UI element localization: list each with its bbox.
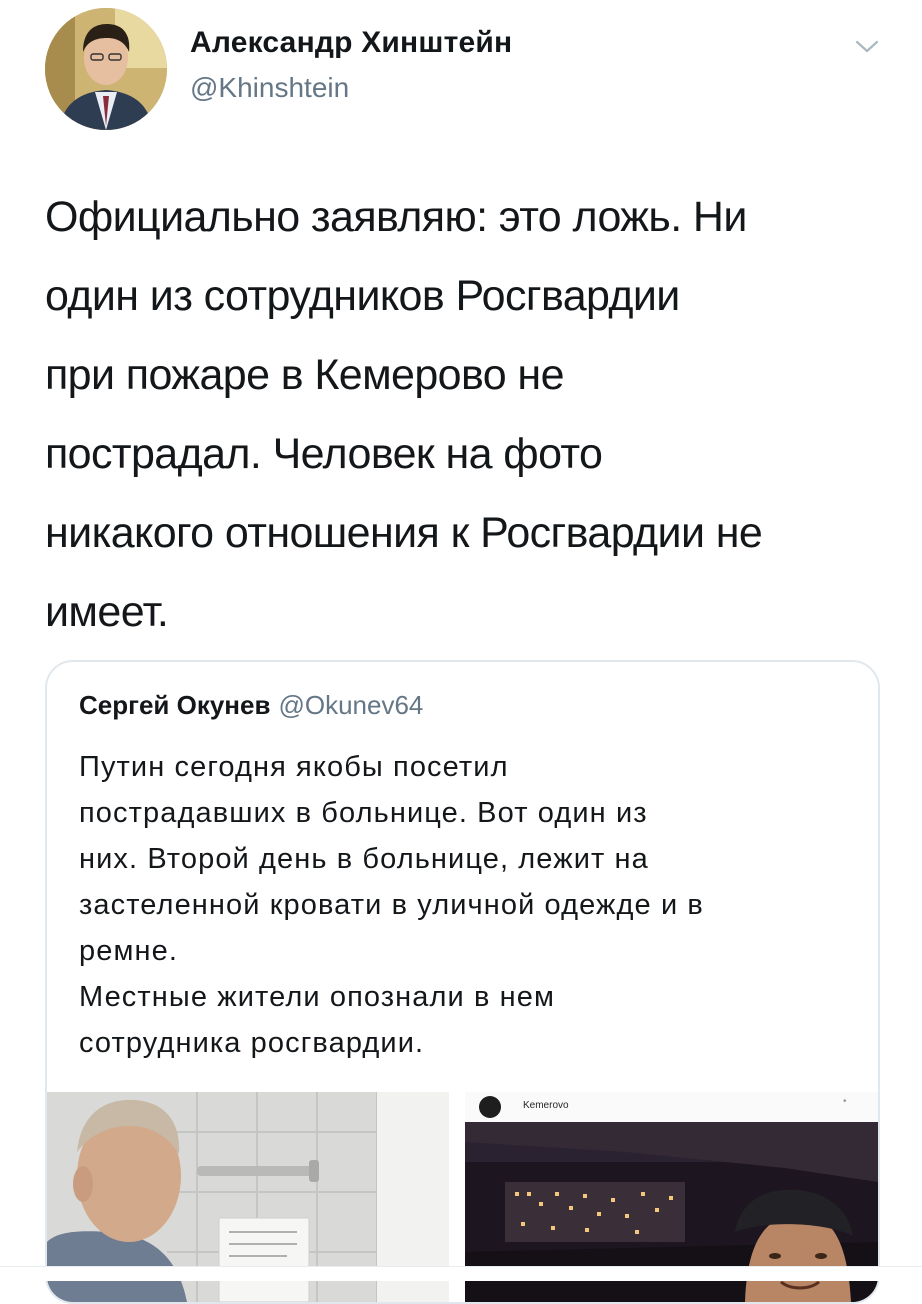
author-name[interactable]: Александр Хинштейн [190, 26, 512, 60]
tweet-text-line: при пожаре в Кемерово не [45, 351, 564, 399]
tweet: Александр Хинштейн @Khinshtein Официальн… [0, 0, 922, 1304]
quoted-text-line: Путин сегодня якобы посетил [79, 751, 509, 783]
quoted-text-line: них. Второй день в больнице, лежит на [79, 843, 649, 875]
quoted-tweet-text: Путин сегодня якобы посетил пострадавших… [79, 744, 869, 1066]
instagram-avatar-icon [479, 1096, 501, 1118]
instagram-menu-icon: • [843, 1096, 847, 1107]
author-handle[interactable]: @Khinshtein [190, 72, 349, 104]
quoted-author-handle: @Okunev64 [278, 690, 424, 720]
tweet-text-line: Официально заявляю: это ложь. Ни [45, 193, 747, 241]
instagram-location: Kemerovo [523, 1100, 569, 1111]
quoted-author-name: Сергей Окунев [79, 690, 271, 720]
quoted-text-line: ремне. [79, 935, 178, 967]
quoted-tweet-card[interactable]: Сергей Окунев @Okunev64 Путин сегодня яко… [45, 660, 880, 1304]
avatar-photo-icon [45, 8, 167, 130]
quoted-tweet-header: Сергей Окунев @Okunev64 [79, 690, 423, 721]
tweet-text-line: один из сотрудников Росгвардии [45, 272, 680, 320]
tweet-text: Официально заявляю: это ложь. Ни один из… [45, 178, 895, 652]
tweet-text-line: пострадал. Человек на фото [45, 430, 603, 478]
chevron-down-icon[interactable] [852, 34, 882, 58]
quoted-text-line: пострадавших в больнице. Вот один из [79, 797, 648, 829]
quoted-text-line: сотрудника росгвардии. [79, 1027, 425, 1059]
tweet-text-line: никакого отношения к Росгвардии не [45, 509, 763, 557]
quoted-text-line: застеленной кровати в уличной одежде и в [79, 889, 704, 921]
author-avatar[interactable] [45, 8, 167, 130]
bottom-divider [0, 1266, 922, 1281]
tweet-text-line: имеет. [45, 588, 169, 636]
quoted-text-line: Местные жители опознали в нем [79, 981, 556, 1013]
instagram-header: Kemerovo • [465, 1092, 878, 1122]
